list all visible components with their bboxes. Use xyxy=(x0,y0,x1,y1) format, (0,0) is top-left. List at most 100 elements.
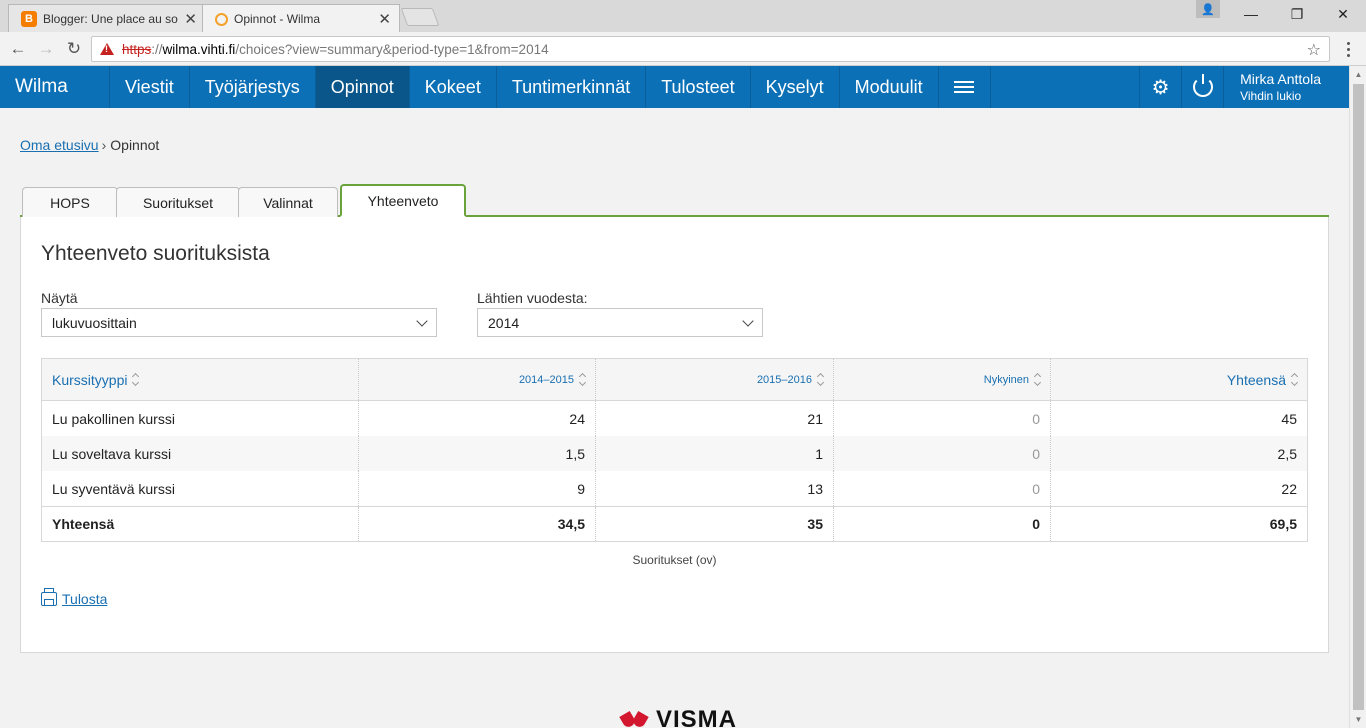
table-cell: 45 xyxy=(1281,410,1297,427)
table-cell: 34,5 xyxy=(359,507,596,541)
nav-item-kyselyt[interactable]: Kyselyt xyxy=(751,66,840,108)
browser-tab-blogger[interactable]: B Blogger: Une place au so ✕ xyxy=(8,4,206,32)
table-cell: 9 xyxy=(359,471,596,506)
table-cell: 35 xyxy=(596,507,834,541)
visma-logo-icon xyxy=(620,709,650,728)
nav-item-opinnot[interactable]: Opinnot xyxy=(315,66,410,108)
new-tab-button[interactable] xyxy=(400,8,440,26)
logout-button[interactable] xyxy=(1181,66,1223,108)
from-year-select[interactable]: 2014 xyxy=(477,308,763,337)
url-separator: :// xyxy=(151,41,163,57)
scroll-thumb[interactable] xyxy=(1353,84,1364,710)
close-icon[interactable]: ✕ xyxy=(378,10,391,28)
visma-logo: VISMA xyxy=(620,706,737,728)
show-select[interactable]: lukuvuosittain xyxy=(41,308,437,337)
sort-icon xyxy=(578,372,587,387)
summary-table: Kurssityyppi 2014–2015 2015–2016 Nykyine… xyxy=(41,358,1308,542)
back-icon[interactable]: ← xyxy=(6,37,30,61)
nav-item-tulosteet[interactable]: Tulosteet xyxy=(646,66,751,108)
url-path: /choices?view=summary&period-type=1&from… xyxy=(235,41,549,57)
wilma-brand-link[interactable]: Wilma xyxy=(0,66,110,108)
tab-yhteenveto[interactable]: Yhteenveto xyxy=(340,184,466,217)
nav-item-tyojarjestys[interactable]: Työjärjestys xyxy=(190,66,316,108)
close-icon[interactable]: ✕ xyxy=(184,10,197,28)
nav-item-tuntimerkinnat[interactable]: Tuntimerkinnät xyxy=(497,66,647,108)
print-link[interactable]: Tulosta xyxy=(62,591,107,607)
tab-valinnat[interactable]: Valinnat xyxy=(238,187,338,217)
table-cell: Lu pakollinen kurssi xyxy=(42,401,359,436)
browser-menu-icon[interactable] xyxy=(1340,38,1356,60)
scroll-down-icon[interactable]: ▼ xyxy=(1350,711,1366,728)
column-header-2015-2016[interactable]: 2015–2016 xyxy=(596,359,834,400)
visma-logo-text: VISMA xyxy=(656,706,738,728)
hamburger-icon xyxy=(954,81,975,93)
blogger-icon: B xyxy=(21,10,37,27)
forward-icon[interactable]: → xyxy=(34,37,58,61)
breadcrumb-current: Opinnot xyxy=(110,137,160,153)
breadcrumb-home-link[interactable]: Oma etusivu xyxy=(20,137,99,153)
page-scrollbar[interactable]: ▲ ▼ xyxy=(1349,66,1366,728)
table-cell: 21 xyxy=(596,401,834,436)
user-settings-button[interactable]: ⚙ xyxy=(1139,66,1181,108)
column-header-current[interactable]: Nykyinen xyxy=(834,359,1051,400)
table-cell: 0 xyxy=(834,401,1051,436)
table-cell: 1 xyxy=(596,436,834,471)
user-info[interactable]: Mirka Anttola Vihdin lukio xyxy=(1223,66,1349,108)
browser-tab-bar: B Blogger: Une place au so ✕ Opinnot - W… xyxy=(0,0,1366,33)
column-header-course-type[interactable]: Kurssityyppi xyxy=(42,359,359,400)
breadcrumb: Oma etusivu › Opinnot xyxy=(20,137,159,153)
printer-icon[interactable] xyxy=(41,588,57,606)
nav-item-viestit[interactable]: Viestit xyxy=(110,66,190,108)
table-cell: 22 xyxy=(1281,480,1297,497)
table-header-row: Kurssityyppi 2014–2015 2015–2016 Nykyine… xyxy=(42,359,1307,401)
chevron-down-icon xyxy=(742,315,754,327)
reload-icon[interactable]: ↻ xyxy=(62,37,86,61)
user-school: Vihdin lukio xyxy=(1240,89,1302,103)
more-menu-button[interactable] xyxy=(939,66,991,108)
table-row: Lu pakollinen kurssi 24 21 0 45 xyxy=(42,401,1307,436)
minimize-icon[interactable]: — xyxy=(1228,0,1274,28)
url-host: wilma.vihti.fi xyxy=(162,41,236,57)
show-label: Näytä xyxy=(41,290,78,306)
table-cell: 0 xyxy=(834,471,1051,506)
table-row: Lu soveltava kurssi 1,5 1 0 2,5 xyxy=(42,436,1307,471)
wilma-favicon-icon xyxy=(215,12,228,26)
restore-icon[interactable]: ❐ xyxy=(1274,0,1320,28)
show-select-value: lukuvuosittain xyxy=(52,314,137,331)
column-header-2014-2015[interactable]: 2014–2015 xyxy=(359,359,596,400)
profile-icon[interactable]: 👤 xyxy=(1196,0,1220,18)
table-cell: 13 xyxy=(596,471,834,506)
sort-icon xyxy=(1290,372,1299,387)
from-year-value: 2014 xyxy=(488,314,520,331)
bookmark-star-icon[interactable]: ☆ xyxy=(1307,40,1321,60)
table-cell: Lu syventävä kurssi xyxy=(42,471,359,506)
table-cell: 1,5 xyxy=(359,436,596,471)
browser-tab-title: Opinnot - Wilma xyxy=(234,12,321,26)
address-bar: ← → ↻ https://wilma.vihti.fi/choices?vie… xyxy=(0,32,1366,66)
table-cell: Yhteensä xyxy=(42,507,359,541)
print-link-container: Tulosta xyxy=(41,588,107,607)
from-year-label: Lähtien vuodesta: xyxy=(477,290,588,306)
user-name: Mirka Anttola xyxy=(1240,71,1321,87)
column-header-total[interactable]: Yhteensä xyxy=(1051,359,1307,400)
tab-suoritukset[interactable]: Suoritukset xyxy=(116,187,240,217)
chevron-down-icon xyxy=(416,315,428,327)
window-close-icon[interactable]: ✕ xyxy=(1320,0,1366,28)
url-scheme: https xyxy=(122,41,152,57)
sort-icon xyxy=(816,372,825,387)
sort-icon xyxy=(132,372,140,387)
user-settings-icon: ⚙ xyxy=(1151,76,1170,99)
main-nav: Wilma Viestit Työjärjestys Opinnot Kokee… xyxy=(0,66,1349,108)
power-icon xyxy=(1192,74,1213,97)
nav-item-kokeet[interactable]: Kokeet xyxy=(410,66,497,108)
page-tabs: HOPS Suoritukset Valinnat Yhteenveto xyxy=(20,184,1329,217)
table-row: Lu syventävä kurssi 9 13 0 22 xyxy=(42,471,1307,506)
nav-item-moduulit[interactable]: Moduulit xyxy=(840,66,939,108)
table-cell: 0 xyxy=(834,436,1051,471)
scroll-up-icon[interactable]: ▲ xyxy=(1350,66,1366,83)
sort-icon xyxy=(1033,372,1042,387)
url-input[interactable]: https://wilma.vihti.fi/choices?view=summ… xyxy=(91,36,1330,62)
browser-tab-wilma[interactable]: Opinnot - Wilma ✕ xyxy=(202,4,400,33)
tab-hops[interactable]: HOPS xyxy=(22,187,118,217)
not-secure-icon xyxy=(100,43,114,55)
